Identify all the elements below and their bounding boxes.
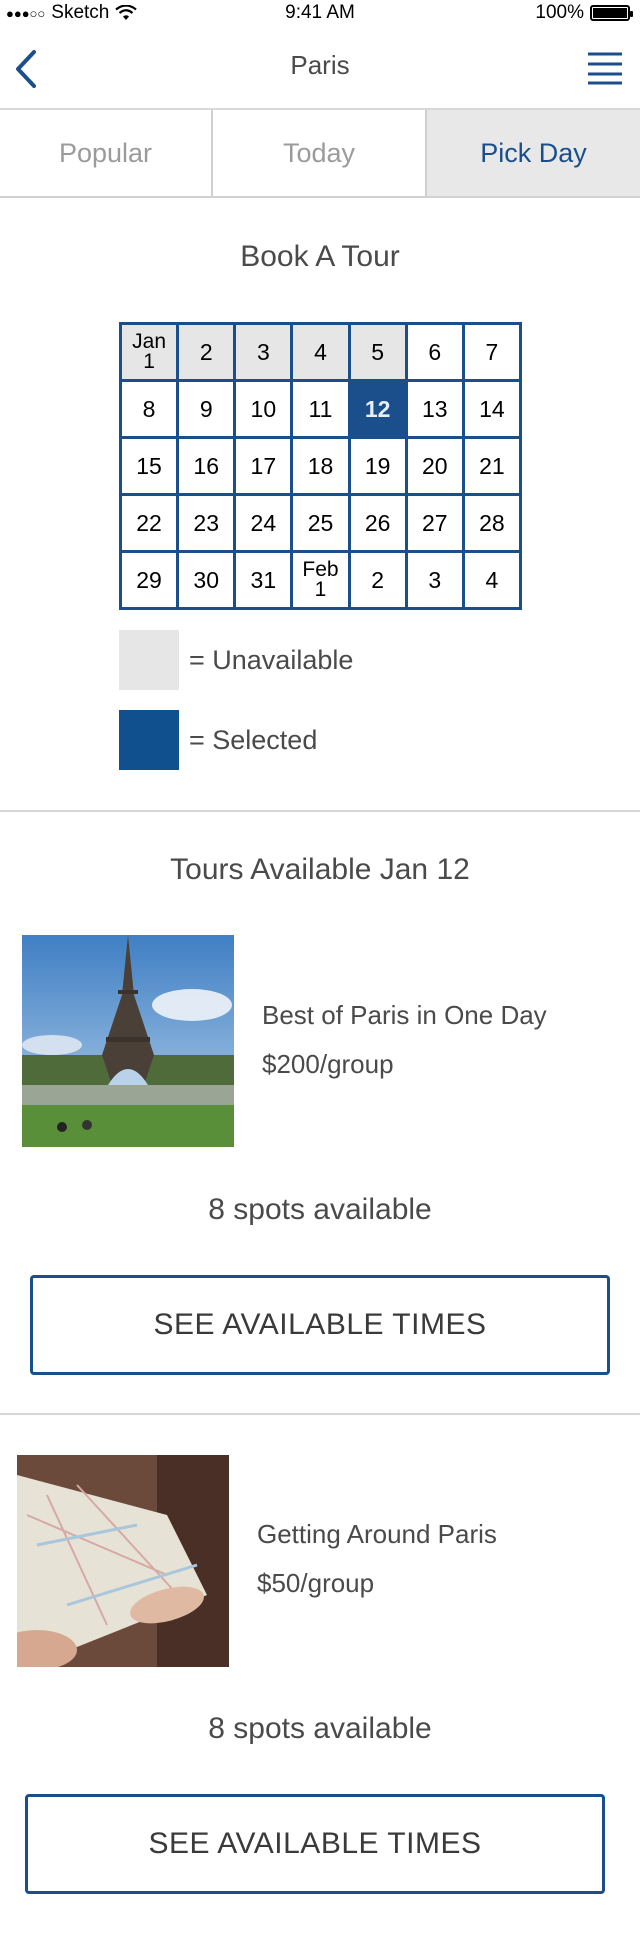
legend-unavailable-label: = Unavailable — [189, 644, 354, 675]
calendar-day[interactable]: 13 — [407, 382, 462, 436]
tour-price: $200/group — [262, 1049, 394, 1079]
calendar-day[interactable]: 15 — [122, 439, 177, 493]
calendar-day[interactable]: 30 — [179, 553, 234, 607]
tour-price: $50/group — [257, 1568, 375, 1598]
tour-image-map[interactable] — [17, 1455, 229, 1667]
calendar-day: 5 — [350, 325, 405, 379]
tour-name: Getting Around Paris — [257, 1519, 497, 1549]
legend-unavailable: = Unavailable — [119, 630, 353, 690]
calendar-day[interactable]: 2 — [350, 553, 405, 607]
page-title: Paris — [290, 50, 350, 80]
calendar-day[interactable]: 11 — [293, 382, 348, 436]
calendar-day[interactable]: 18 — [293, 439, 348, 493]
calendar-day[interactable]: 20 — [407, 439, 462, 493]
navigation-bar: Paris — [0, 26, 640, 110]
calendar-day[interactable]: 23 — [179, 496, 234, 550]
see-available-times-button[interactable]: SEE AVAILABLE TIMES — [25, 1794, 605, 1894]
calendar-day[interactable]: 28 — [464, 496, 519, 550]
legend-selected: = Selected — [119, 710, 317, 770]
battery-icon — [590, 5, 633, 21]
calendar-day[interactable]: 22 — [122, 496, 177, 550]
calendar-day: 2 — [179, 325, 234, 379]
calendar-day: Jan 1 — [122, 325, 177, 379]
tab-pick-day[interactable]: Pick Day — [427, 110, 640, 196]
calendar-day[interactable]: 25 — [293, 496, 348, 550]
calendar-day: 4 — [293, 325, 348, 379]
calendar-day[interactable]: 6 — [407, 325, 462, 379]
calendar-day[interactable]: 19 — [350, 439, 405, 493]
calendar-day[interactable]: 17 — [236, 439, 291, 493]
tab-popular[interactable]: Popular — [0, 110, 213, 196]
see-available-times-button[interactable]: SEE AVAILABLE TIMES — [30, 1275, 610, 1375]
calendar-day[interactable]: 9 — [179, 382, 234, 436]
calendar-day[interactable]: 16 — [179, 439, 234, 493]
hamburger-menu-icon[interactable] — [586, 48, 624, 86]
calendar-day: 3 — [236, 325, 291, 379]
calendar-day[interactable]: 21 — [464, 439, 519, 493]
book-tour-heading: Book A Tour — [240, 240, 400, 273]
calendar-day[interactable]: 7 — [464, 325, 519, 379]
tour-name: Best of Paris in One Day — [262, 1000, 547, 1030]
calendar-day[interactable]: 10 — [236, 382, 291, 436]
calendar-grid: Jan 1 2 3 4 5 6 7 8 9 10 11 12 13 14 15 16 17 18 19 20 21 22 2… — [119, 322, 522, 610]
calendar-day-selected[interactable]: 12 — [350, 382, 405, 436]
calendar-day[interactable]: 3 — [407, 553, 462, 607]
section-divider — [0, 1413, 640, 1415]
calendar-day[interactable]: 29 — [122, 553, 177, 607]
tab-bar: Popular Today Pick Day — [0, 110, 640, 198]
calendar-day[interactable]: 8 — [122, 382, 177, 436]
tab-today[interactable]: Today — [213, 110, 427, 196]
battery-percent: 100% — [535, 2, 584, 23]
legend-selected-label: = Selected — [189, 724, 318, 755]
tour-image-eiffel-tower[interactable] — [22, 935, 234, 1147]
calendar-day[interactable]: 31 — [236, 553, 291, 607]
unavailable-swatch — [119, 630, 179, 690]
calendar-day[interactable]: 26 — [350, 496, 405, 550]
tours-heading: Tours Available Jan 12 — [170, 853, 470, 886]
selected-swatch — [119, 710, 179, 770]
spots-available: 8 spots available — [208, 1193, 432, 1226]
calendar-day[interactable]: 27 — [407, 496, 462, 550]
calendar-day[interactable]: 24 — [236, 496, 291, 550]
status-right: 100% — [535, 2, 633, 24]
spots-available: 8 spots available — [208, 1712, 432, 1745]
calendar-day[interactable]: 14 — [464, 382, 519, 436]
section-divider — [0, 810, 640, 812]
status-bar: ●●●○○ Sketch 9:41 AM 100% — [0, 0, 640, 26]
calendar-day[interactable]: Feb 1 — [293, 553, 348, 607]
calendar-day[interactable]: 4 — [464, 553, 519, 607]
